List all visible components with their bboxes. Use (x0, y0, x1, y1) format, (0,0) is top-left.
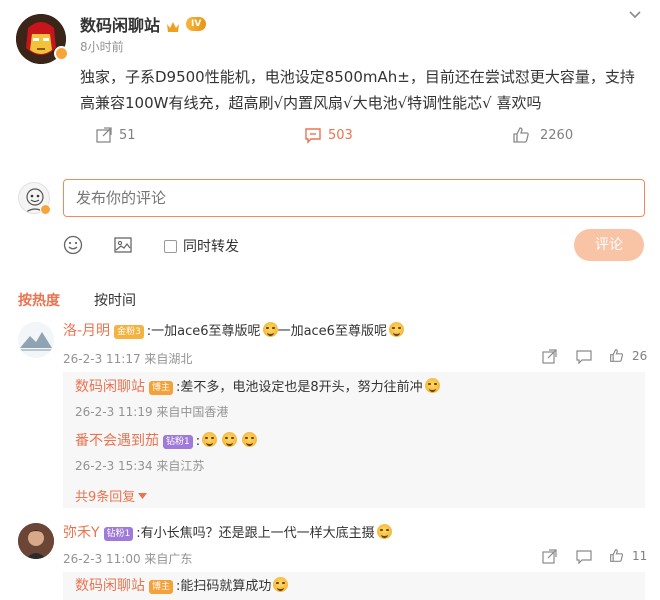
repost-count: 51 (119, 127, 136, 143)
reply-body: 数码闲聊站 博主:能扫码就算成功 (75, 576, 289, 597)
diamond-fan-badge: 钻粉1 (163, 434, 193, 449)
comment-text-2: 一加ace6至尊版呢 (277, 324, 387, 339)
doge-emoji-icon (424, 378, 440, 393)
verified-badge-icon (54, 46, 69, 61)
comment-username[interactable]: 洛-月明 (63, 323, 110, 339)
reply-username[interactable]: 数码闲聊站 (75, 379, 145, 395)
thumbs-up-icon (512, 126, 530, 144)
like-count: 2260 (540, 127, 574, 143)
repost-icon (95, 126, 113, 144)
comment-meta: 26-2-3 11:00 来自广东 (63, 552, 193, 566)
doge-emoji-icon (376, 524, 392, 539)
level-badge: IV (186, 17, 207, 31)
comment-like-count: 11 (632, 548, 648, 563)
share-icon[interactable] (542, 349, 557, 364)
comment-count: 503 (328, 127, 353, 143)
tab-sort-time[interactable]: 按时间 (94, 290, 136, 310)
repost-checkbox-text: 同时转发 (183, 239, 239, 255)
reply-icon[interactable] (576, 549, 592, 564)
doge-emoji-icon (273, 577, 289, 592)
reply-username[interactable]: 番不会遇到茄 (75, 433, 159, 449)
post-content: 独家，子系D9500性能机，电池设定8500mAh±，目前还在尝试怼更大容量，支… (80, 68, 635, 112)
blogger-badge: 博主 (149, 380, 174, 395)
comment-body: 弥禾Y 钻粉1:有小长焦吗？还是跟上一代一样大底主摄 (63, 523, 392, 544)
doge-emoji-icon (222, 432, 238, 447)
reply-text: :能扫码就算成功 (176, 579, 272, 594)
submit-comment-button[interactable]: 评论 (574, 229, 644, 261)
diamond-fan-badge: 钻粉1 (103, 526, 134, 541)
repost-checkbox-label[interactable]: 同时转发 (164, 236, 239, 256)
crown-icon (166, 18, 180, 32)
tab-sort-hot[interactable]: 按热度 (18, 290, 60, 310)
repost-checkbox[interactable] (164, 239, 177, 253)
comment-text: :一加ace6至尊版呢 (146, 324, 261, 339)
caret-down-icon (138, 492, 148, 499)
chevron-down-icon[interactable] (628, 10, 642, 20)
doge-emoji-icon (242, 432, 258, 447)
reply-text: : (195, 434, 201, 449)
emoji-icon[interactable] (63, 235, 83, 255)
comment-like-count: 26 (632, 348, 648, 363)
comment-like-button[interactable]: 26 (609, 348, 647, 363)
reply-body: 番不会遇到茄 钻粉1: (75, 431, 258, 452)
share-icon[interactable] (542, 549, 557, 564)
thumbs-up-icon (609, 548, 624, 563)
doge-emoji-icon (262, 322, 278, 337)
comment-text: :有小长焦吗？还是跟上一代一样大底主摄 (136, 526, 375, 541)
more-replies-text: 共9条回复 (75, 490, 136, 505)
post-time: 8小时前 (80, 40, 124, 54)
comment-avatar[interactable] (18, 322, 54, 358)
image-icon[interactable] (113, 235, 133, 255)
reply-meta: 26-2-3 11:19 来自中国香港 (75, 405, 229, 419)
comment-avatar[interactable] (18, 523, 54, 559)
comment-input[interactable] (63, 179, 645, 217)
my-verified-badge-icon (40, 204, 51, 215)
doge-emoji-icon (202, 432, 218, 447)
blogger-badge: 博主 (149, 579, 174, 594)
comment-button[interactable]: 503 (304, 126, 353, 144)
comment-body: 洛-月明 金粉3:一加ace6至尊版呢 一加ace6至尊版呢 (63, 321, 404, 342)
more-replies-link[interactable]: 共9条回复 (75, 486, 148, 505)
fan-badge: 金粉3 (114, 324, 144, 339)
comment-meta: 26-2-3 11:17 来自湖北 (63, 352, 193, 366)
reply-body: 数码闲聊站 博主:差不多，电池设定也是8开头，努力往前冲 (75, 377, 440, 398)
thumbs-up-icon (609, 348, 624, 363)
post-author-name[interactable]: 数码闲聊站 (80, 12, 160, 36)
like-button[interactable]: 2260 (512, 126, 573, 144)
reply-username[interactable]: 数码闲聊站 (75, 578, 145, 594)
reply-icon[interactable] (576, 349, 592, 364)
comment-icon (304, 126, 322, 144)
comment-username[interactable]: 弥禾Y (63, 525, 100, 541)
repost-button[interactable]: 51 (95, 126, 136, 144)
comment-like-button[interactable]: 11 (609, 548, 647, 563)
reply-meta: 26-2-3 15:34 来自江苏 (75, 459, 205, 473)
reply-text: :差不多，电池设定也是8开头，努力往前冲 (176, 380, 423, 395)
doge-emoji-icon (388, 322, 404, 337)
